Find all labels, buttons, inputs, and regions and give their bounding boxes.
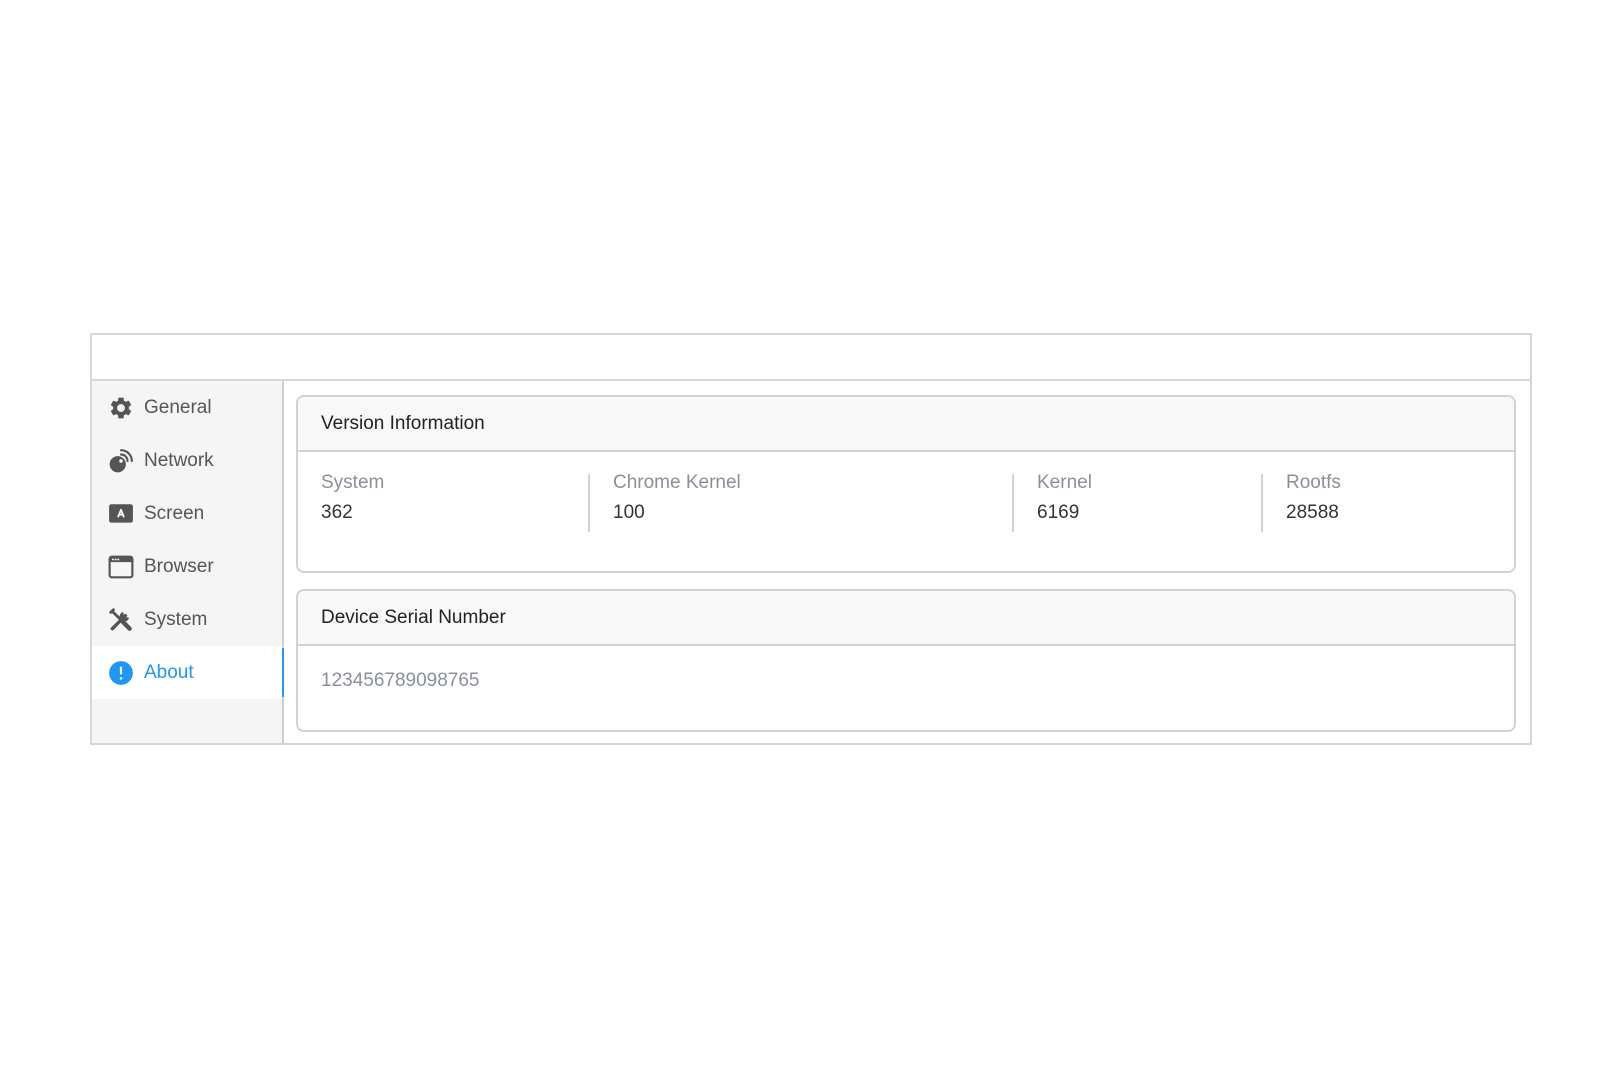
version-field-label: Chrome Kernel <box>613 472 741 493</box>
gear-icon <box>108 395 134 421</box>
version-field-value: 362 <box>321 502 353 523</box>
version-field-label: Kernel <box>1037 472 1092 493</box>
tools-icon <box>108 607 134 633</box>
sidebar-item-label: Browser <box>144 555 214 577</box>
sidebar-item-system[interactable]: System <box>92 593 282 646</box>
serial-card: Device Serial Number 123456789098765 <box>296 589 1516 732</box>
sidebar-item-screen[interactable]: Screen <box>92 487 282 540</box>
serial-number-value: 123456789098765 <box>321 670 480 691</box>
version-field-system: System 362 <box>298 472 588 532</box>
sidebar: General Network Screen Browser System Ab… <box>92 381 284 743</box>
browser-icon <box>108 554 134 580</box>
sidebar-item-about[interactable]: About <box>92 646 284 699</box>
network-icon <box>108 448 134 474</box>
info-icon <box>108 660 134 686</box>
version-field-rootfs: Rootfs 28588 <box>1261 472 1514 532</box>
serial-card-title: Device Serial Number <box>298 591 1514 646</box>
version-field-label: Rootfs <box>1286 472 1341 493</box>
sidebar-item-browser[interactable]: Browser <box>92 540 282 593</box>
sidebar-item-network[interactable]: Network <box>92 434 282 487</box>
version-field-chrome-kernel: Chrome Kernel 100 <box>588 472 1012 532</box>
main-content: Version Information System 362 Chrome Ke… <box>284 381 1530 743</box>
screen-icon <box>108 501 134 527</box>
version-field-value: 6169 <box>1037 502 1080 523</box>
sidebar-item-general[interactable]: General <box>92 381 282 434</box>
version-card: Version Information System 362 Chrome Ke… <box>296 395 1516 573</box>
version-field-value: 100 <box>613 502 645 523</box>
version-field-kernel: Kernel 6169 <box>1012 472 1261 532</box>
sidebar-item-label: Screen <box>144 502 205 524</box>
version-field-label: System <box>321 472 385 493</box>
sidebar-item-label: About <box>144 661 194 683</box>
version-card-title: Version Information <box>298 397 1514 452</box>
sidebar-item-label: System <box>144 608 208 630</box>
sidebar-item-label: General <box>144 396 212 418</box>
title-bar <box>92 335 1530 381</box>
version-field-value: 28588 <box>1286 502 1339 523</box>
sidebar-item-label: Network <box>144 449 214 471</box>
version-fields: System 362 Chrome Kernel 100 Kernel 6169… <box>298 452 1514 571</box>
settings-window: General Network Screen Browser System Ab… <box>90 333 1532 745</box>
